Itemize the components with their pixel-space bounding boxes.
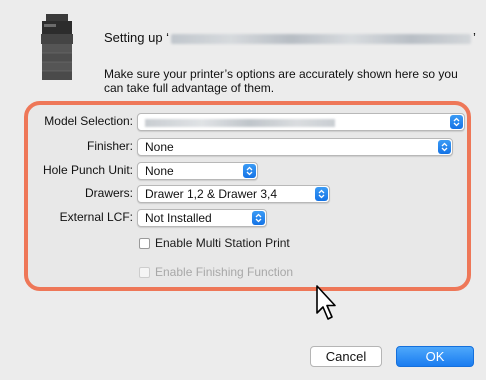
title-prefix: Setting up ‘ [104, 30, 170, 45]
hole-punch-popup[interactable]: None [137, 162, 258, 180]
external-lcf-label: External LCF: [59, 210, 133, 224]
ok-button[interactable]: OK [396, 346, 474, 367]
model-selection-popup[interactable] [137, 113, 465, 131]
printer-name-redacted [171, 33, 472, 44]
hole-punch-value: None [145, 164, 174, 178]
external-lcf-value: Not Installed [145, 211, 212, 225]
dialog-title: Setting up ‘ ’ [104, 30, 476, 45]
finishing-function-checkbox: Enable Finishing Function [139, 265, 293, 279]
finishing-function-label: Enable Finishing Function [155, 265, 294, 279]
model-name-redacted [145, 118, 335, 127]
chevron-updown-icon [252, 211, 265, 225]
cancel-button[interactable]: Cancel [310, 346, 382, 367]
checkbox-box [139, 237, 150, 249]
chevron-updown-icon [315, 187, 328, 201]
dialog-description: Make sure your printer’s options are acc… [104, 67, 458, 95]
title-suffix: ’ [473, 30, 476, 45]
drawers-label: Drawers: [84, 186, 133, 200]
mouse-cursor-icon [314, 284, 340, 322]
finisher-value: None [145, 140, 174, 154]
checkbox-box [139, 266, 150, 278]
multi-station-checkbox[interactable]: Enable Multi Station Print [139, 236, 290, 250]
model-selection-label: Model Selection: [44, 114, 133, 128]
external-lcf-popup[interactable]: Not Installed [137, 209, 267, 227]
chevron-updown-icon [438, 140, 451, 154]
drawers-popup[interactable]: Drawer 1,2 & Drawer 3,4 [137, 185, 330, 203]
chevron-updown-icon [450, 115, 463, 129]
chevron-updown-icon [243, 164, 256, 178]
finisher-popup[interactable]: None [137, 138, 453, 156]
multi-station-label: Enable Multi Station Print [155, 236, 290, 250]
drawers-value: Drawer 1,2 & Drawer 3,4 [145, 187, 278, 201]
hole-punch-label: Hole Punch Unit: [42, 163, 133, 177]
printer-image [36, 14, 76, 82]
finisher-label: Finisher: [86, 139, 133, 153]
